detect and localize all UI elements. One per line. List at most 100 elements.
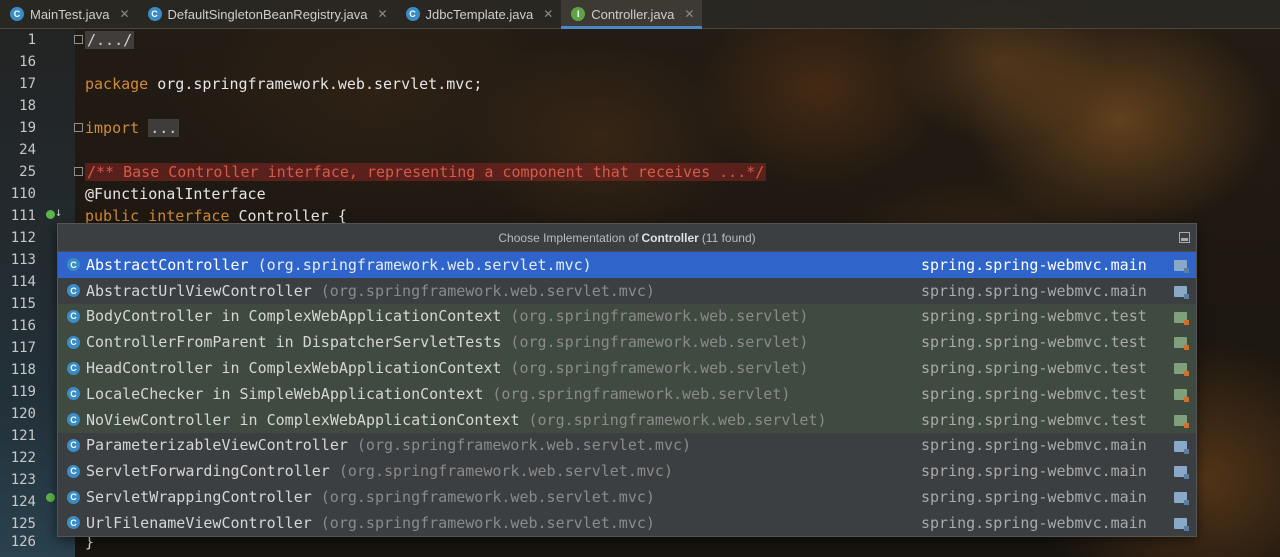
folded-comment[interactable]: /** Base Controller interface, represent…: [85, 163, 767, 181]
class-name: HeadController in ComplexWebApplicationC…: [86, 359, 502, 378]
module-name: spring.spring-webmvc.test: [921, 333, 1147, 352]
line-number: 113: [10, 252, 36, 268]
tab-defaultsingletonbeanregistry[interactable]: C DefaultSingletonBeanRegistry.java ✕: [138, 0, 396, 28]
class-icon: C: [67, 361, 80, 375]
line-number: 18: [19, 98, 36, 114]
keyword: import: [85, 119, 140, 137]
line-number: 114: [10, 274, 36, 290]
implementation-list: C AbstractController (org.springframework.…: [58, 252, 1196, 536]
implementation-item[interactable]: C NoViewController in ComplexWebApplicati…: [58, 406, 1196, 433]
folded-region[interactable]: ...: [148, 119, 180, 137]
title-count: (11 found): [701, 230, 756, 245]
keyword: package: [85, 75, 149, 93]
tab-controller[interactable]: I Controller.java ✕: [561, 0, 703, 29]
module-name: spring.spring-webmvc.test: [921, 307, 1147, 326]
module-name: spring.spring-webmvc.test: [921, 384, 1147, 403]
class-icon: C: [67, 309, 80, 323]
module-name: spring.spring-webmvc.main: [921, 488, 1147, 507]
module-name: spring.spring-webmvc.main: [921, 255, 1147, 274]
package-name: (org.springframework.web.servlet): [528, 410, 827, 429]
module-name: spring.spring-webmvc.main: [921, 436, 1147, 455]
class-icon: C: [67, 516, 80, 530]
implementation-item[interactable]: C ControllerFromParent in DispatcherServl…: [58, 329, 1196, 356]
module-folder-icon: [1174, 492, 1189, 506]
class-name: ParameterizableViewController: [86, 436, 348, 455]
code-line-25[interactable]: /** Base Controller interface, represent…: [85, 161, 767, 183]
line-number: 122: [10, 450, 36, 466]
module-folder-icon: [1174, 414, 1189, 428]
class-name: ServletForwardingController: [86, 462, 330, 481]
class-name: ServletWrappingController: [86, 488, 312, 507]
class-icon: C: [405, 7, 420, 21]
line-number: 118: [10, 362, 36, 378]
code-line-17[interactable]: package org.springframework.web.servlet.…: [85, 73, 482, 95]
pin-window-icon[interactable]: [1179, 232, 1190, 243]
package-name: (org.springframework.web.servlet.mvc): [320, 513, 655, 532]
package-name: (org.springframework.web.servlet): [492, 384, 791, 403]
fold-marker-icon[interactable]: [74, 35, 83, 44]
code-line-1[interactable]: /.../: [85, 29, 135, 51]
module-name: spring.spring-webmvc.test: [921, 410, 1147, 429]
line-number: 111: [10, 208, 36, 224]
implementation-item[interactable]: C BodyController in ComplexWebApplication…: [58, 303, 1196, 330]
class-icon: C: [67, 438, 80, 452]
module-folder-icon: [1174, 517, 1189, 531]
line-number: 17: [19, 76, 36, 92]
line-number: 16: [19, 54, 36, 70]
close-icon[interactable]: ✕: [119, 7, 129, 21]
class-name: AbstractController: [86, 255, 249, 274]
package-name: (org.springframework.web.servlet.mvc): [320, 281, 655, 300]
class-icon: C: [67, 413, 80, 427]
implementation-item[interactable]: C AbstractUrlViewController (org.springfra…: [58, 278, 1196, 304]
line-number: 117: [10, 340, 36, 356]
module-name: spring.spring-webmvc.main: [921, 513, 1147, 532]
implementation-item[interactable]: C HeadController in ComplexWebApplication…: [58, 355, 1196, 381]
fold-marker-icon[interactable]: [74, 123, 83, 132]
code-line-19[interactable]: import ...: [85, 117, 180, 139]
editor-tab-bar: C MainTest.java ✕ C DefaultSingletonBean…: [0, 0, 1280, 29]
line-number: 25: [19, 164, 36, 180]
tab-jdbctemplate[interactable]: C JdbcTemplate.java ✕: [396, 0, 562, 28]
implementation-item[interactable]: C ServletWrappingController (org.springfra…: [58, 484, 1196, 510]
choose-implementation-popup: Choose Implementation of Controller (11 …: [57, 223, 1197, 537]
module-name: spring.spring-webmvc.test: [921, 359, 1147, 378]
package-name: (org.springframework.web.servlet.mvc): [257, 255, 592, 274]
class-icon: C: [67, 335, 80, 349]
class-icon: C: [67, 284, 80, 298]
close-icon[interactable]: ✕: [684, 7, 694, 21]
line-number: 121: [10, 428, 36, 444]
line-number: 116: [10, 318, 36, 334]
package-name: (org.springframework.web.servlet.mvc): [338, 462, 673, 481]
module-name: spring.spring-webmvc.main: [921, 462, 1147, 481]
title-prefix: Choose Implementation of: [498, 230, 639, 245]
fold-marker-icon[interactable]: [74, 167, 83, 176]
tab-maintest[interactable]: C MainTest.java ✕: [0, 0, 138, 28]
module-folder-icon: [1174, 440, 1189, 454]
code-line-110[interactable]: @FunctionalInterface: [85, 183, 266, 205]
line-number: 110: [10, 186, 36, 202]
close-icon[interactable]: ✕: [377, 7, 387, 21]
line-number: 119: [10, 384, 36, 400]
class-icon: C: [67, 464, 80, 478]
line-number: 115: [10, 296, 36, 312]
interface-icon: I: [571, 7, 586, 21]
module-folder-icon: [1174, 466, 1189, 480]
module-folder-icon: [1174, 311, 1189, 325]
class-icon: C: [67, 387, 80, 401]
implementation-item[interactable]: C ParameterizableViewController (org.sprin…: [58, 433, 1196, 459]
arrow-down-icon[interactable]: ↓: [55, 205, 62, 219]
tab-label: JdbcTemplate.java: [425, 6, 534, 22]
implementation-item[interactable]: C ServletForwardingController (org.springf…: [58, 458, 1196, 484]
implemented-gutter-icon[interactable]: [46, 493, 55, 502]
class-icon: C: [147, 7, 162, 21]
line-number: 120: [10, 406, 36, 422]
line-number: 1: [27, 32, 36, 48]
implementation-item[interactable]: C AbstractController (org.springframework.…: [58, 252, 1196, 278]
implementation-item[interactable]: C UrlFilenameViewController (org.springfra…: [58, 510, 1196, 536]
close-icon[interactable]: ✕: [543, 7, 553, 21]
implementation-item[interactable]: C LocaleChecker in SimpleWebApplicationCo…: [58, 380, 1196, 407]
class-name: BodyController in ComplexWebApplicationC…: [86, 307, 502, 326]
class-icon: C: [67, 490, 80, 504]
implemented-gutter-icon[interactable]: [46, 210, 55, 219]
folded-region[interactable]: /.../: [85, 31, 135, 49]
